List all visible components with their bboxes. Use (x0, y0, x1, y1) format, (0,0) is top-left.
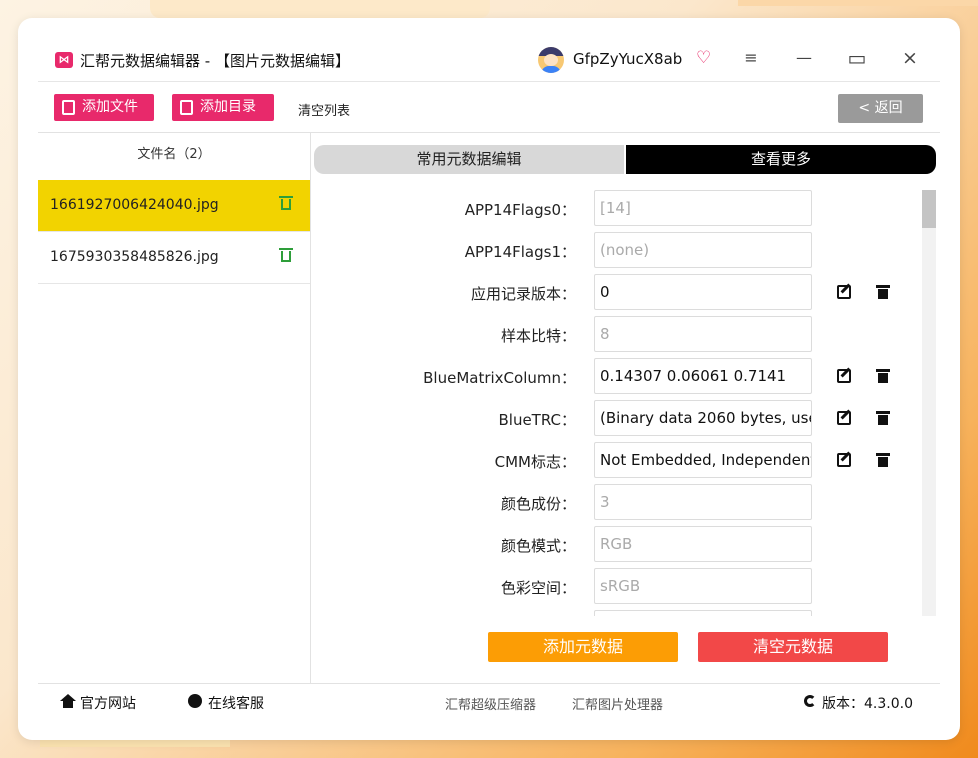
add-file-label: 添加文件 (82, 99, 138, 115)
metadata-form: APP14Flags0： [14] APP14Flags1： (none) 应用… (310, 188, 940, 616)
metadata-label: APP14Flags1： (464, 243, 576, 261)
folder-add-icon (180, 100, 193, 115)
customer-service-icon (188, 694, 202, 708)
file-list-item[interactable]: 1661927006424040.jpg (38, 180, 310, 232)
metadata-value-field[interactable]: 0.14307 0.06061 0.7141 (594, 358, 812, 394)
metadata-row: BlueTRC： (Binary data 2060 bytes, use (310, 398, 940, 440)
metadata-label: 色彩空间： (500, 579, 576, 597)
title-bar: ⋈ 汇帮元数据编辑器 - 【图片元数据编辑】 GfpZyYucX8ab ♡ ≡ … (18, 18, 960, 80)
back-button[interactable]: < 返回 (838, 94, 923, 123)
metadata-label: BlueMatrixColumn： (423, 369, 576, 387)
app-logo-icon: ⋈ (55, 52, 73, 68)
file-list-header: 文件名（2） (137, 147, 211, 162)
add-dir-label: 添加目录 (200, 99, 256, 115)
tab-common-metadata[interactable]: 常用元数据编辑 (314, 145, 624, 174)
metadata-row: 色彩空间： sRGB (310, 566, 940, 608)
add-file-button[interactable]: 添加文件 (54, 94, 154, 121)
metadata-value-field[interactable]: (none) (594, 232, 812, 268)
metadata-row: APP14Flags0： [14] (310, 188, 940, 230)
app-title: 汇帮元数据编辑器 - 【图片元数据编辑】 (80, 52, 350, 70)
edit-icon[interactable] (837, 411, 851, 425)
metadata-value-field[interactable]: [14] (594, 190, 812, 226)
divider (38, 81, 940, 82)
metadata-value-field[interactable] (594, 610, 812, 616)
metadata-label: 颜色模式： (500, 537, 576, 555)
edit-icon[interactable] (837, 369, 851, 383)
trash-icon[interactable] (876, 369, 890, 383)
official-site-label: 官方网站 (80, 696, 136, 712)
file-list-item[interactable]: 1675930358485826.jpg (38, 232, 310, 284)
trash-icon[interactable] (876, 285, 890, 299)
version-info[interactable]: 版本：4.3.0.0 (804, 693, 913, 713)
metadata-row: CMM标志： Not Embedded, Independent (310, 440, 940, 482)
home-icon (60, 694, 76, 708)
maximize-button[interactable]: ▭ (846, 48, 868, 68)
file-list-panel: 文件名（2） 1661927006424040.jpg 167593035848… (38, 133, 311, 683)
trash-icon[interactable] (279, 248, 293, 263)
trash-icon[interactable] (876, 411, 890, 425)
metadata-label: CMM标志： (494, 453, 576, 471)
vip-heart-icon[interactable]: ♡ (696, 48, 711, 68)
metadata-row: 颜色成份： 3 (310, 482, 940, 524)
metadata-row: APP14Flags1： (none) (310, 230, 940, 272)
file-name: 1661927006424040.jpg (50, 197, 219, 213)
trash-icon[interactable] (876, 453, 890, 467)
metadata-label: 样本比特： (500, 327, 576, 345)
online-service-label: 在线客服 (208, 696, 264, 712)
menu-button[interactable]: ≡ (740, 48, 762, 68)
file-list-icon (62, 100, 75, 115)
minimize-button[interactable]: — (793, 48, 815, 68)
trash-icon[interactable] (279, 196, 293, 211)
edit-icon[interactable] (837, 285, 851, 299)
scrollbar-thumb[interactable] (922, 190, 936, 228)
background-decoration (738, 0, 978, 6)
divider (38, 683, 940, 684)
metadata-row: 样本比特： 8 (310, 314, 940, 356)
online-service-link[interactable]: 在线客服 (188, 693, 264, 713)
metadata-label: BlueTRC： (498, 411, 576, 429)
metadata-value-field[interactable]: 0 (594, 274, 812, 310)
metadata-label: APP14Flags0： (464, 201, 576, 219)
metadata-value-field[interactable]: (Binary data 2060 bytes, use (594, 400, 812, 436)
metadata-value-field[interactable]: Not Embedded, Independent (594, 442, 812, 478)
metadata-label: 颜色成份： (500, 495, 576, 513)
tab-view-more[interactable]: 查看更多 (626, 145, 936, 174)
metadata-value-field[interactable]: RGB (594, 526, 812, 562)
clear-metadata-button[interactable]: 清空元数据 (698, 632, 888, 662)
official-site-link[interactable]: 官方网站 (60, 693, 136, 713)
metadata-value-field[interactable]: sRGB (594, 568, 812, 604)
edit-icon[interactable] (837, 453, 851, 467)
file-name: 1675930358485826.jpg (50, 249, 219, 265)
clear-list-button[interactable]: 清空列表 (298, 100, 350, 119)
add-dir-button[interactable]: 添加目录 (172, 94, 274, 121)
metadata-row: 应用记录版本： 0 (310, 272, 940, 314)
user-avatar[interactable] (538, 47, 564, 73)
metadata-value-field[interactable]: 8 (594, 316, 812, 352)
version-label: 版本：4.3.0.0 (822, 696, 913, 712)
metadata-row: BlueMatrixColumn： 0.14307 0.06061 0.7141 (310, 356, 940, 398)
refresh-icon (804, 695, 816, 707)
image-processor-link[interactable]: 汇帮图片处理器 (572, 694, 663, 713)
metadata-row (310, 608, 940, 616)
metadata-value-field[interactable]: 3 (594, 484, 812, 520)
close-button[interactable]: × (899, 48, 921, 68)
username[interactable]: GfpZyYucX8ab (573, 50, 682, 68)
compressor-link[interactable]: 汇帮超级压缩器 (445, 694, 536, 713)
scrollbar-track[interactable] (922, 190, 936, 616)
add-metadata-button[interactable]: 添加元数据 (488, 632, 678, 662)
background-decoration (150, 0, 490, 18)
metadata-row: 颜色模式： RGB (310, 524, 940, 566)
app-window: ⋈ 汇帮元数据编辑器 - 【图片元数据编辑】 GfpZyYucX8ab ♡ ≡ … (18, 18, 960, 740)
metadata-label: 应用记录版本： (470, 285, 576, 303)
